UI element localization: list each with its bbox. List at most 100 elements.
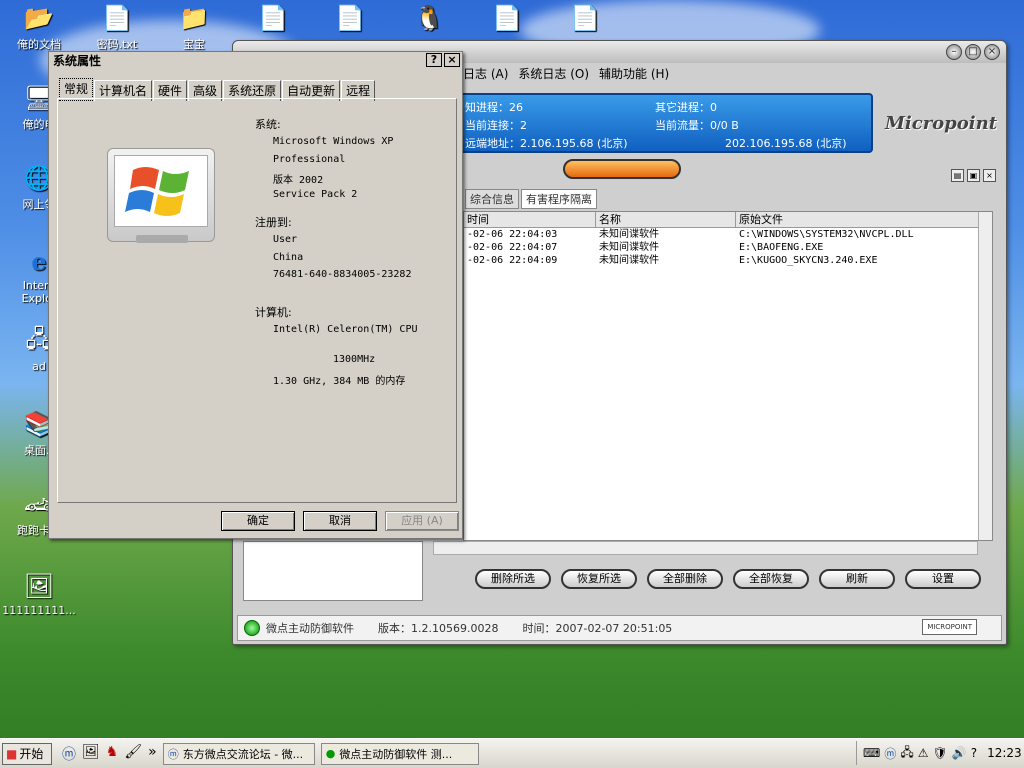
table-row[interactable]: -02-06 22:04:03 未知间谍软件 C:\WINDOWS\SYSTEM… (464, 228, 992, 241)
qq-penguin-icon: 🐧 (414, 4, 444, 32)
system-label: 系统: (255, 118, 281, 131)
left-list-panel[interactable] (243, 541, 423, 601)
desktop-icon-file[interactable]: 📄 (236, 2, 310, 36)
desktop-icon-label: 宝宝 (183, 38, 205, 51)
text-file-icon: 📄 (258, 4, 288, 32)
delete-all-button[interactable]: 全部删除 (647, 569, 723, 589)
apply-button[interactable]: 应用 (A) (385, 511, 459, 531)
restore-selected-button[interactable]: 恢复所选 (561, 569, 637, 589)
volume-icon[interactable]: 🔊 (952, 746, 967, 760)
task-micropoint[interactable]: ● 微点主动防御软件 测... (320, 742, 479, 765)
close-icon[interactable]: × (444, 53, 460, 67)
windows-logo-icon: ■ (6, 746, 18, 761)
table-row[interactable]: -02-06 22:04:09 未知间谍软件 E:\KUGOO_SKYCN3.2… (464, 254, 992, 267)
ok-button[interactable]: 确定 (221, 511, 295, 531)
desktop-icon-my-docs[interactable]: 📂 俺的文档 (2, 2, 76, 52)
micropoint-icon[interactable]: ⓜ (62, 744, 76, 764)
cell-file: C:\WINDOWS\SYSTEM32\NVCPL.DLL (739, 229, 914, 240)
status-time: 时间：2007-02-07 20:51:05 (522, 622, 673, 635)
desktop-icon-label: 俺的文档 (17, 38, 61, 51)
maximize-icon[interactable]: □ (965, 44, 981, 60)
refresh-button[interactable]: 刷新 (819, 569, 895, 589)
expand-toggle-button[interactable] (563, 159, 681, 179)
paint-icon[interactable]: 🖌 (124, 744, 142, 764)
text-file-icon: 📄 (492, 4, 522, 32)
app-red-icon[interactable]: ♞ (106, 744, 119, 764)
delete-selected-button[interactable]: 删除所选 (475, 569, 551, 589)
desktop-icon-label: 密码.txt (96, 38, 138, 51)
menu-log[interactable]: 日志 (A) (463, 65, 508, 82)
antivirus-icon[interactable]: 🛡 (933, 746, 948, 760)
table-row[interactable]: -02-06 22:04:07 未知间谍软件 E:\BAOFENG.EXE (464, 241, 992, 254)
column-header-file[interactable]: 原始文件 (736, 212, 980, 227)
clock[interactable]: 12:23 (987, 746, 1022, 760)
task-label: 东方微点交流论坛 - 微... (182, 747, 304, 761)
cpu-name: Intel(R) Celeron(TM) CPU (273, 324, 418, 335)
close-icon[interactable]: × (984, 44, 1000, 60)
cell-time: -02-06 22:04:07 (467, 242, 558, 253)
column-header-time[interactable]: 时间 (464, 212, 596, 227)
table-vertical-scrollbar[interactable] (978, 212, 992, 540)
desktop-show-icon[interactable]: 🖼 (82, 744, 100, 764)
view-list-icon[interactable]: ▤ (951, 169, 964, 182)
keyboard-icon[interactable]: ⌨ (863, 746, 880, 760)
start-label: 开始 (19, 747, 44, 761)
tab-overview[interactable]: 综合信息 (465, 189, 519, 209)
service-pack: Service Pack 2 (273, 189, 358, 200)
image-file-icon: 🖼 (23, 572, 55, 600)
settings-button[interactable]: 设置 (905, 569, 981, 589)
warning-icon[interactable]: ⚠ (918, 746, 929, 760)
cell-file: E:\KUGOO_SKYCN3.240.EXE (739, 255, 878, 266)
desktop-icon-file[interactable]: 📄 (313, 2, 387, 36)
desktop-icon-baobao[interactable]: 📁 宝宝 (157, 2, 231, 52)
table-header: 时间 名称 原始文件 (464, 212, 992, 228)
quarantine-table: 时间 名称 原始文件 -02-06 22:04:03 未知间谍软件 C:\WIN… (463, 211, 993, 541)
task-forum-browser[interactable]: ⓜ 东方微点交流论坛 - 微... (162, 742, 315, 765)
desktop-icon-image[interactable]: 🖼 111111111... (2, 570, 76, 617)
chevron-right-icon[interactable]: » (148, 744, 157, 764)
folder-icon: 📁 (179, 4, 209, 32)
connection-count: 当前连接：2 (465, 119, 527, 132)
traffic-value: 当前流量：0/0 B (655, 119, 739, 132)
action-buttons: 删除所选 恢复所选 全部删除 全部恢复 刷新 设置 (475, 569, 981, 589)
cancel-button[interactable]: 取消 (303, 511, 377, 531)
menu-system-log[interactable]: 系统日志 (O) (518, 65, 589, 82)
dialog-title: 系统属性 (53, 54, 102, 68)
windows-monitor-icon (107, 148, 215, 243)
view-window-icon[interactable]: ▣ (967, 169, 980, 182)
restore-all-button[interactable]: 全部恢复 (733, 569, 809, 589)
text-file-icon: 📄 (570, 4, 600, 32)
desktop-icon-label: 111111111... (2, 604, 76, 617)
dialog-titlebar[interactable]: 系统属性 ? × (49, 52, 462, 70)
help-icon[interactable]: ? (426, 53, 442, 67)
minimize-icon[interactable]: – (946, 44, 962, 60)
os-name: Microsoft Windows XP (273, 136, 394, 147)
other-process-count: 其它进程：0 (655, 101, 717, 114)
local-address: 202.106.195.68 (北京) (725, 137, 847, 150)
text-file-icon: 📄 (102, 4, 132, 32)
status-app-name: 微点主动防御软件 (266, 622, 354, 635)
menu-aux[interactable]: 辅助功能 (H) (599, 65, 669, 82)
system-properties-dialog: 系统属性 ? × 常规 计算机名 硬件 高级 系统还原 自动更新 远程 系统: … (48, 51, 463, 539)
cell-time: -02-06 22:04:03 (467, 229, 558, 240)
desktop-icon-file[interactable]: 📄 (470, 2, 544, 36)
computer-label: 计算机: (255, 306, 292, 319)
process-count: 知进程：26 (465, 101, 523, 114)
desktop-icon-file[interactable]: 📄 (548, 2, 622, 36)
network-icon[interactable]: 🖧 (900, 743, 913, 764)
help-icon[interactable]: ? (971, 746, 977, 760)
table-horizontal-scrollbar[interactable] (433, 541, 978, 555)
system-tray: ⌨ ⓜ 🖧 ⚠ 🛡 🔊 ? 12:23 (856, 741, 1024, 765)
micropoint-menubar: 日志 (A) 系统日志 (O) 辅助功能 (H) (463, 65, 669, 82)
tab-quarantine[interactable]: 有害程序隔离 (521, 189, 597, 209)
micropoint-tray-icon[interactable]: ⓜ (884, 745, 896, 762)
cpu-mhz: 1300MHz (333, 354, 376, 365)
micropoint-icon: ⓜ (167, 747, 179, 761)
column-header-name[interactable]: 名称 (596, 212, 736, 227)
desktop-icon-password-txt[interactable]: 📄 密码.txt (80, 2, 154, 52)
micropoint-logo: Micropoint (884, 112, 998, 134)
start-button[interactable]: ■ 开始 (2, 742, 52, 765)
desktop-icon-qq[interactable]: 🐧 (392, 2, 466, 36)
os-version: 版本 2002 (273, 175, 324, 186)
panel-close-icon[interactable]: × (983, 169, 996, 182)
